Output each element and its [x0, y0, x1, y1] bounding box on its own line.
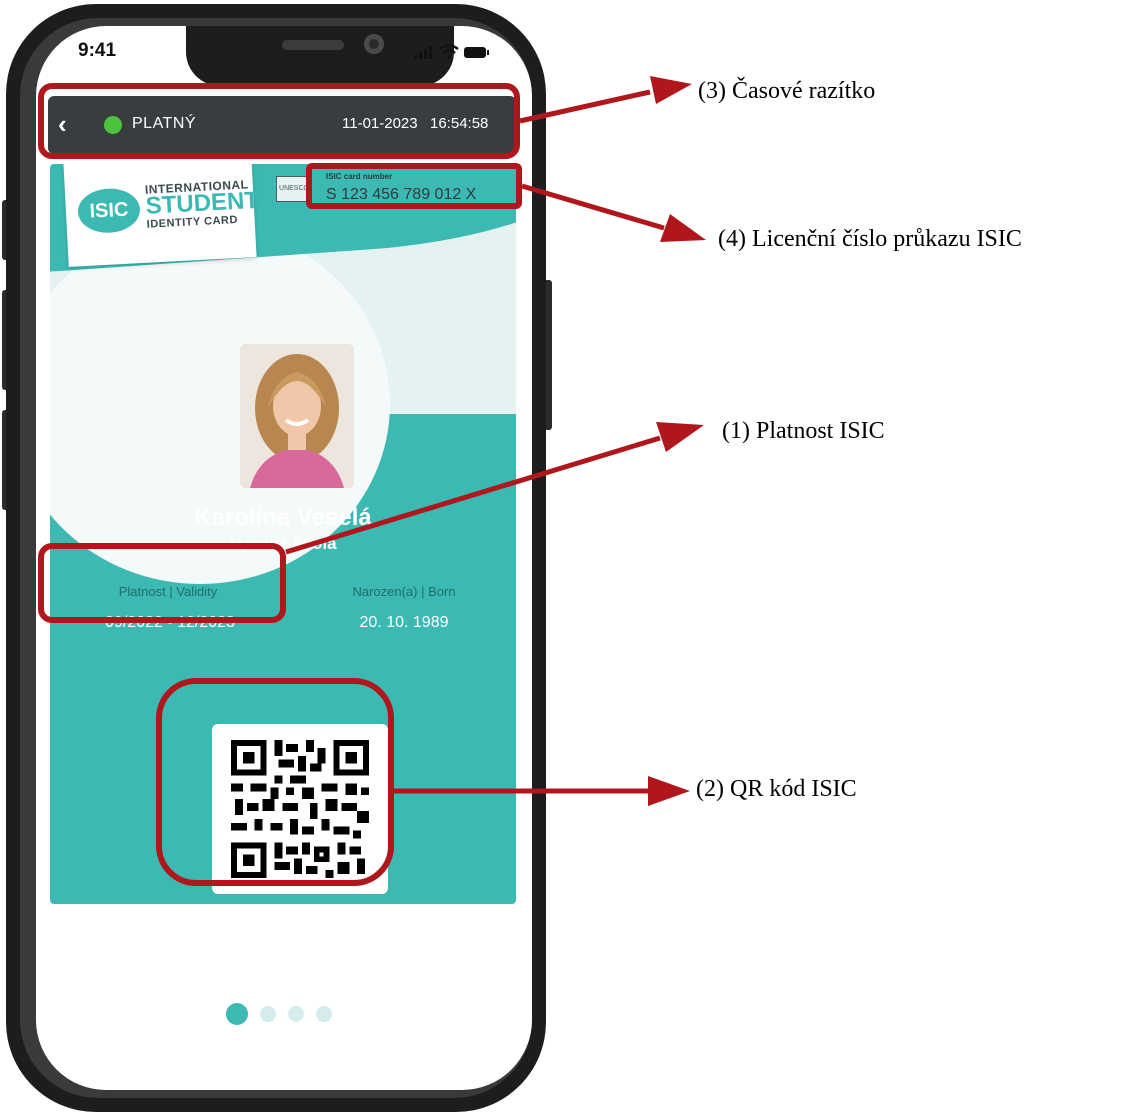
annotation-arrows — [285, 76, 706, 806]
arrow-head-card-number — [660, 214, 706, 242]
annotation-qr: (2) QR kód ISIC — [696, 776, 857, 802]
arrow-head-qr — [648, 776, 690, 806]
arrow-validity — [285, 435, 661, 555]
arrow-timestamp — [519, 89, 651, 124]
annotation-card-number: (4) Licenční číslo průkazu ISIC — [718, 226, 1022, 252]
annotation-timestamp: (3) Časové razítko — [698, 78, 876, 104]
arrow-card-number — [521, 183, 665, 231]
arrow-head-timestamp — [650, 76, 692, 104]
annotation-validity: (1) Platnost ISIC — [722, 418, 885, 444]
arrow-head-validity — [656, 422, 704, 452]
